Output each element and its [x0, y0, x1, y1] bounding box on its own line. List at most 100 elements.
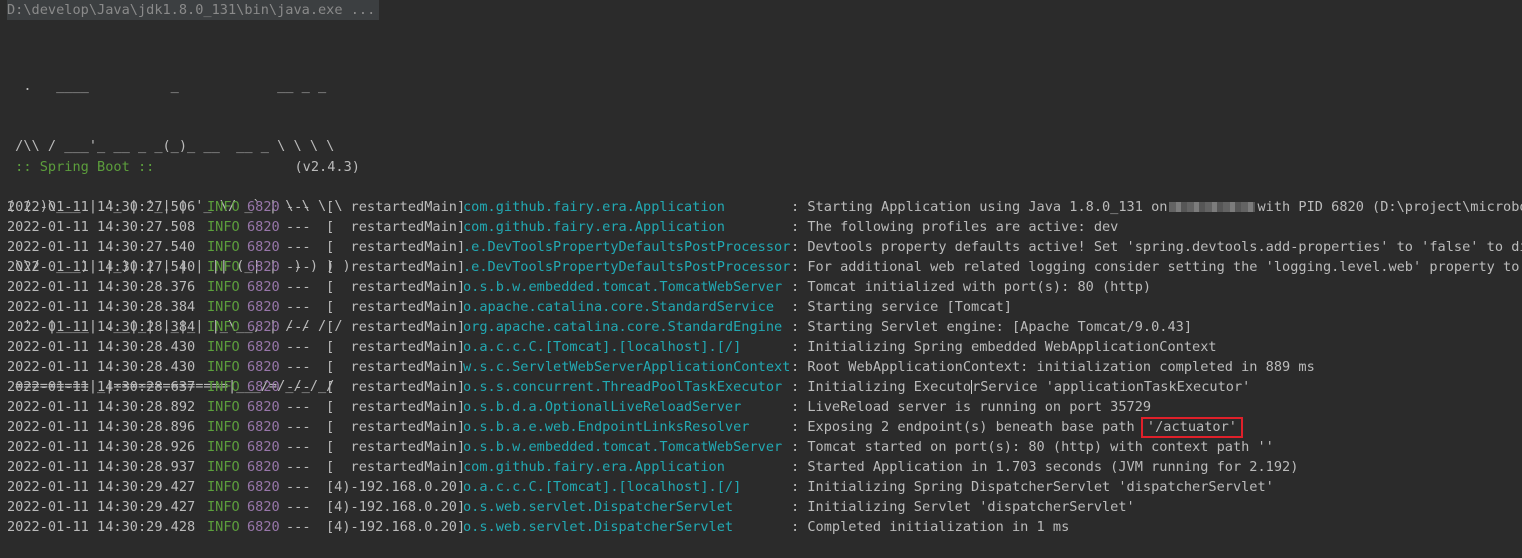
log-pid: 6820	[247, 459, 280, 475]
log-message: : Starting Application using Java 1.8.0_…	[791, 197, 1522, 217]
log-thread: [ restartedMain]	[326, 299, 466, 315]
log-line: 2022-01-11 14:30:28.430 INFO 6820 --- [ rest…	[7, 357, 1522, 377]
log-message-part: with PID 6820 (D:\project\microbootV	[1257, 199, 1522, 215]
log-logger[interactable]: com.github.fairy.era.Application	[463, 457, 725, 477]
log-message: : Exposing 2 endpoint(s) beneath base pa…	[791, 417, 1243, 438]
log-separator: ---	[286, 279, 311, 295]
log-pid: 6820	[247, 519, 280, 535]
log-pid: 6820	[247, 239, 280, 255]
banner-line: . ____ _ __ _ _	[7, 78, 327, 94]
log-logger[interactable]: o.s.b.d.a.OptionalLiveReloadServer	[463, 397, 741, 417]
log-logger[interactable]: o.s.b.w.embedded.tomcat.TomcatWebServer	[463, 277, 782, 297]
log-message: : Initializing Servlet 'dispatcherServle…	[791, 499, 1135, 515]
log-pid: 6820	[247, 399, 280, 415]
log-message: : The following profiles are active: dev	[791, 219, 1119, 235]
log-logger[interactable]: org.apache.catalina.core.StandardEngine	[463, 317, 782, 337]
log-line: 2022-01-11 14:30:28.376 INFO 6820 --- [ rest…	[7, 277, 1522, 297]
log-logger[interactable]: o.apache.catalina.core.StandardService	[463, 297, 774, 317]
log-logger[interactable]: o.a.c.c.C.[Tomcat].[localhost].[/]	[463, 337, 741, 357]
log-level: INFO	[207, 359, 240, 375]
log-pid: 6820	[247, 319, 280, 335]
log-thread: [ restartedMain]	[326, 359, 466, 375]
log-logger[interactable]: .e.DevToolsPropertyDefaultsPostProcessor	[463, 237, 790, 257]
log-separator: ---	[286, 479, 311, 495]
log-separator: ---	[286, 219, 311, 235]
log-separator: ---	[286, 439, 311, 455]
log-line: 2022-01-11 14:30:28.937 INFO 6820 --- [ rest…	[7, 457, 1522, 477]
log-thread: [ restartedMain]	[326, 439, 466, 455]
log-pid: 6820	[247, 199, 280, 215]
log-level: INFO	[207, 379, 240, 395]
log-timestamp: 2022-01-11 14:30:28.376	[7, 279, 196, 295]
log-separator: ---	[286, 419, 311, 435]
log-logger[interactable]: com.github.fairy.era.Application	[463, 217, 725, 237]
log-timestamp: 2022-01-11 14:30:27.508	[7, 219, 196, 235]
log-line: 2022-01-11 14:30:27.540 INFO 6820 --- [ rest…	[7, 257, 1522, 277]
log-level: INFO	[207, 299, 240, 315]
log-logger[interactable]: o.s.web.servlet.DispatcherServlet	[463, 517, 733, 537]
log-message: : Tomcat initialized with port(s): 80 (h…	[791, 279, 1152, 295]
log-timestamp: 2022-01-11 14:30:28.384	[7, 299, 196, 315]
log-line: 2022-01-11 14:30:27.508 INFO 6820 --- [ rest…	[7, 217, 1522, 237]
log-level: INFO	[207, 259, 240, 275]
log-message-part: : Exposing 2 endpoint(s) beneath base pa…	[791, 419, 1143, 435]
log-separator: ---	[286, 199, 311, 215]
log-separator: ---	[286, 519, 311, 535]
log-message: : Devtools property defaults active! Set…	[791, 239, 1522, 255]
log-message: : For additional web related logging con…	[791, 259, 1522, 275]
log-pid: 6820	[247, 439, 280, 455]
log-level: INFO	[207, 459, 240, 475]
log-line: 2022-01-11 14:30:28.384 INFO 6820 --- [ rest…	[7, 297, 1522, 317]
log-level: INFO	[207, 499, 240, 515]
log-line: 2022-01-11 14:30:27.540 INFO 6820 --- [ rest…	[7, 237, 1522, 257]
log-message: : Completed initialization in 1 ms	[791, 519, 1070, 535]
log-line: 2022-01-11 14:30:29.427 INFO 6820 --- [4)-19…	[7, 497, 1522, 517]
log-line: 2022-01-11 14:30:29.428 INFO 6820 --- [4)-19…	[7, 517, 1522, 537]
log-thread: [ restartedMain]	[326, 399, 466, 415]
redacted-hostname	[1169, 202, 1256, 212]
log-pid: 6820	[247, 359, 280, 375]
log-level: INFO	[207, 519, 240, 535]
log-logger[interactable]: w.s.c.ServletWebServerApplicationContext	[463, 357, 790, 377]
log-timestamp: 2022-01-11 14:30:28.430	[7, 359, 196, 375]
log-logger[interactable]: com.github.fairy.era.Application	[463, 197, 725, 217]
log-thread: [4)-192.168.0.20]	[326, 519, 466, 535]
spring-boot-version-line: :: Spring Boot :: (v2.4.3)	[7, 157, 360, 177]
log-thread: [ restartedMain]	[326, 459, 466, 475]
log-lines: 2022-01-11 14:30:27.506 INFO 6820 --- [ rest…	[7, 197, 1522, 537]
log-logger[interactable]: o.s.s.concurrent.ThreadPoolTaskExecutor	[463, 377, 782, 397]
log-line: 2022-01-11 14:30:28.892 INFO 6820 --- [ rest…	[7, 397, 1522, 417]
log-separator: ---	[286, 399, 311, 415]
log-line: 2022-01-11 14:30:28.926 INFO 6820 --- [ rest…	[7, 437, 1522, 457]
log-timestamp: 2022-01-11 14:30:29.427	[7, 479, 196, 495]
log-timestamp: 2022-01-11 14:30:27.540	[7, 239, 196, 255]
log-thread: [ restartedMain]	[326, 419, 466, 435]
log-level: INFO	[207, 399, 240, 415]
log-thread: [ restartedMain]	[326, 199, 466, 215]
log-separator: ---	[286, 339, 311, 355]
log-timestamp: 2022-01-11 14:30:29.427	[7, 499, 196, 515]
log-logger[interactable]: o.s.web.servlet.DispatcherServlet	[463, 497, 733, 517]
log-thread: [4)-192.168.0.20]	[326, 479, 466, 495]
log-message: : Starting service [Tomcat]	[791, 299, 1012, 315]
log-pid: 6820	[247, 339, 280, 355]
log-logger[interactable]: o.s.b.w.embedded.tomcat.TomcatWebServer	[463, 437, 782, 457]
log-separator: ---	[286, 499, 311, 515]
highlighted-actuator-path: '/actuator'	[1140, 417, 1243, 438]
log-logger[interactable]: o.s.b.a.e.web.EndpointLinksResolver	[463, 417, 749, 437]
log-timestamp: 2022-01-11 14:30:28.430	[7, 339, 196, 355]
log-message: : Starting Servlet engine: [Apache Tomca…	[791, 319, 1193, 335]
log-timestamp: 2022-01-11 14:30:27.506	[7, 199, 196, 215]
log-level: INFO	[207, 199, 240, 215]
log-level: INFO	[207, 239, 240, 255]
command-line[interactable]: D:\develop\Java\jdk1.8.0_131\bin\java.ex…	[7, 0, 380, 20]
spring-boot-version: (v2.4.3)	[294, 159, 360, 175]
log-logger[interactable]: o.a.c.c.C.[Tomcat].[localhost].[/]	[463, 477, 741, 497]
log-thread: [ restartedMain]	[326, 339, 466, 355]
banner-line: /\\ / ___'_ __ _ _(_)_ __ __ _ \ \ \ \	[7, 138, 335, 154]
log-line: 2022-01-11 14:30:29.427 INFO 6820 --- [4)-19…	[7, 477, 1522, 497]
log-thread: [ restartedMain]	[326, 259, 466, 275]
log-timestamp: 2022-01-11 14:30:28.384	[7, 319, 196, 335]
console-output[interactable]: D:\develop\Java\jdk1.8.0_131\bin\java.ex…	[7, 0, 1522, 558]
log-logger[interactable]: .e.DevToolsPropertyDefaultsPostProcessor	[463, 257, 790, 277]
